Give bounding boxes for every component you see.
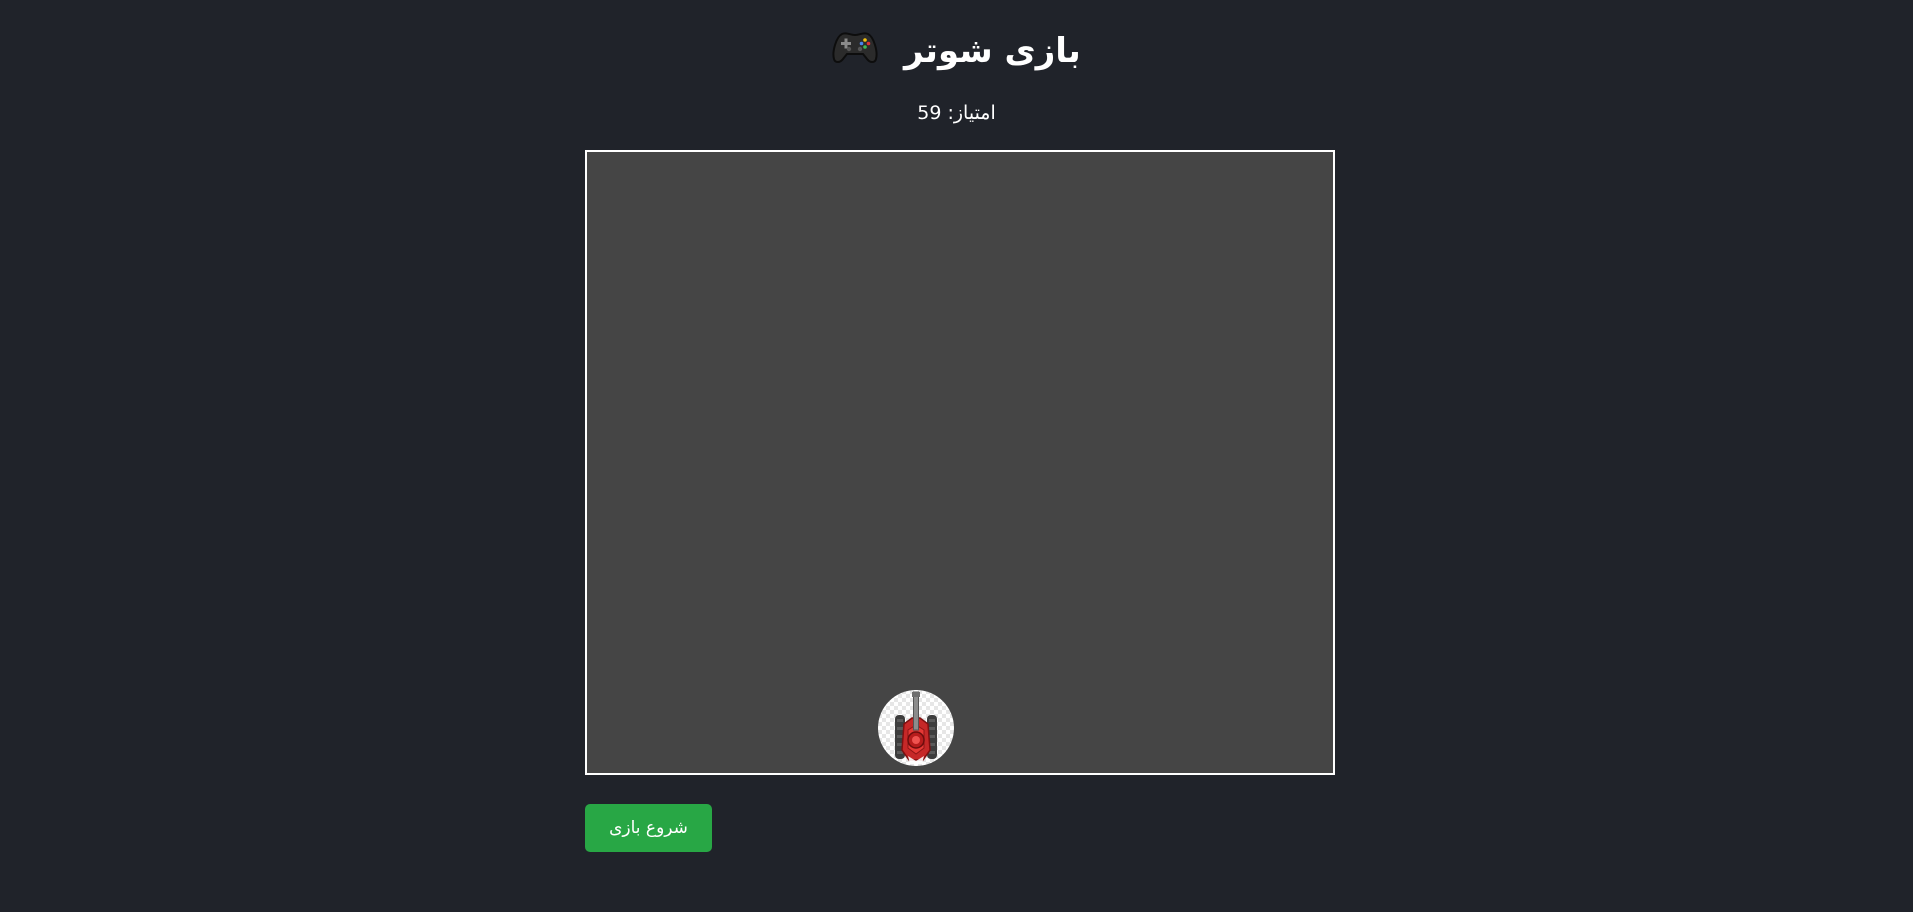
start-game-button[interactable]: شروع بازی — [585, 804, 712, 852]
red-tank-icon[interactable] — [878, 690, 954, 766]
gamepad-icon — [832, 26, 878, 80]
game-canvas[interactable] — [585, 150, 1335, 775]
score-label: امتیاز: — [947, 102, 996, 124]
score-value: 59 — [917, 102, 942, 124]
score-display: امتیاز: 59 — [0, 98, 1913, 128]
game-page: بازی شوتر امتیاز: 59 شروع بازی — [0, 0, 1913, 912]
page-title: بازی شوتر — [0, 24, 1913, 80]
page-title-text: بازی شوتر — [904, 31, 1081, 71]
